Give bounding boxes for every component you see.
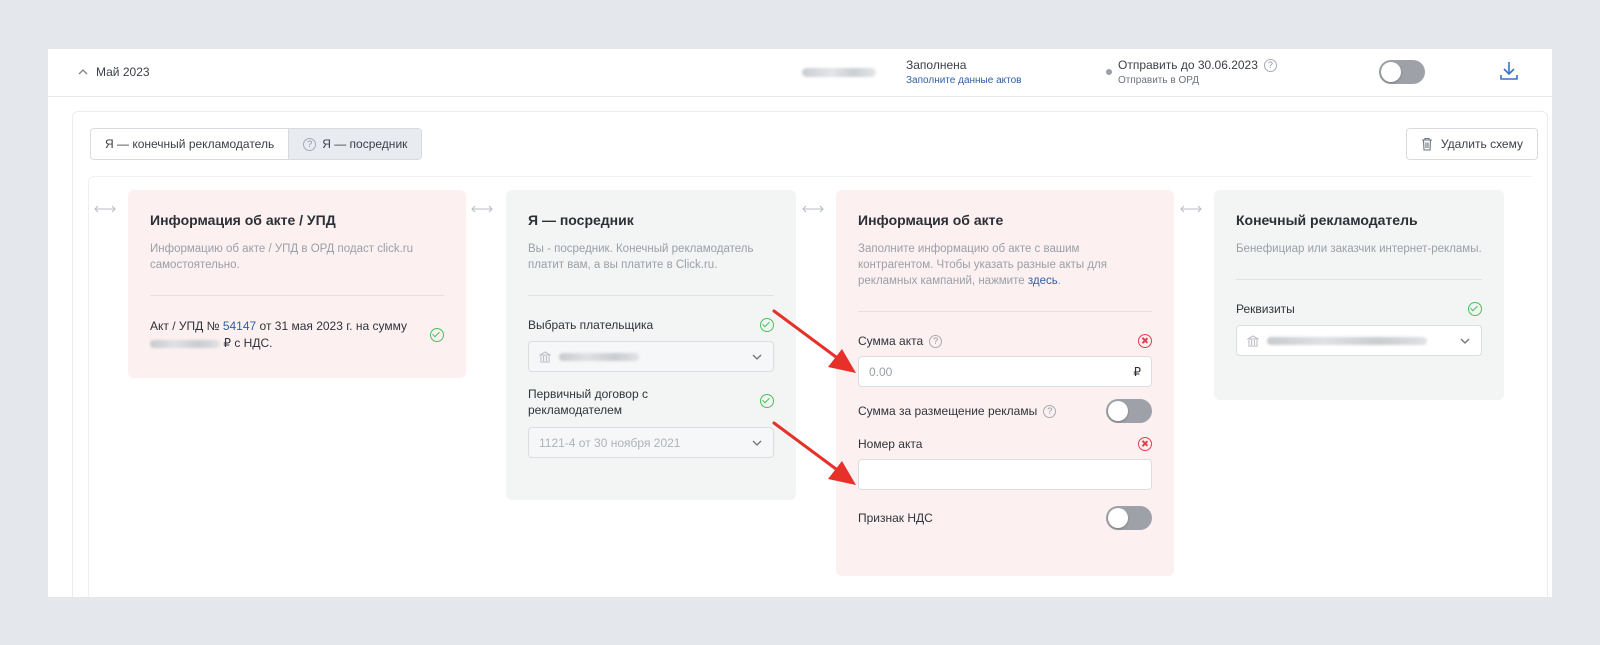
vat-label: Признак НДС — [858, 511, 933, 525]
send-deadline-title: Отправить до 30.06.2023 — [1118, 58, 1258, 72]
check-circle-icon — [430, 328, 444, 342]
swap-arrows-icon — [802, 205, 824, 213]
blurred-amount — [150, 339, 220, 348]
error-circle-icon — [1138, 437, 1152, 451]
act-number-field-label: Номер акта — [858, 437, 1152, 451]
currency-label: ₽ — [1133, 364, 1141, 379]
swap-arrows-icon — [1180, 205, 1202, 213]
act-sum-input[interactable]: 0.00 ₽ — [858, 356, 1152, 387]
check-circle-icon — [760, 394, 774, 408]
delete-scheme-label: Удалить схему — [1440, 137, 1523, 151]
tab-final-advertiser[interactable]: Я — конечный рекламодатель — [91, 129, 289, 159]
ad-sum-toggle[interactable] — [1106, 399, 1152, 423]
card-act-info: Информация об акте Заполните информацию … — [836, 190, 1174, 576]
card-title: Я — посредник — [528, 212, 634, 228]
act-number-input[interactable] — [858, 459, 1152, 490]
card-final-advertiser: Конечный рекламодатель Бенефициар или за… — [1214, 190, 1504, 400]
act-sum-placeholder: 0.00 — [869, 364, 893, 379]
contract-value: 1121-4 от 30 ноября 2021 — [539, 435, 681, 450]
blurred-sum — [802, 68, 876, 77]
sum-label: Сумма акта — [858, 334, 924, 348]
sum-field-label: Сумма акта? — [858, 334, 1152, 348]
card-title: Конечный рекламодатель — [1236, 212, 1418, 228]
card-title: Информация об акте — [858, 212, 1004, 228]
send-to-ord-label: Отправить в ОРД — [1118, 75, 1200, 86]
help-icon: ? — [303, 137, 317, 151]
card-description: Вы - посредник. Конечный рекламодатель п… — [528, 243, 754, 271]
help-icon[interactable]: ? — [929, 334, 943, 348]
blurred-payer — [559, 352, 639, 361]
error-circle-icon — [1138, 334, 1152, 348]
divider — [528, 295, 774, 296]
ad-sum-row: Сумма за размещение рекламы? — [858, 399, 1152, 423]
ad-sum-label: Сумма за размещение рекламы — [858, 404, 1038, 418]
help-icon[interactable]: ? — [1043, 404, 1057, 418]
scheme-chain: Информация об акте / УПД Информацию об а… — [88, 176, 1532, 597]
contract-label: Первичный договор с рекламодателем — [528, 387, 648, 417]
act-number-label: Номер акта — [858, 437, 923, 451]
download-icon[interactable] — [1498, 59, 1520, 83]
description-text: Заполните информацию об акте с вашим кон… — [858, 243, 1107, 287]
swap-arrows-icon — [94, 205, 116, 213]
vat-toggle[interactable] — [1106, 506, 1152, 530]
requisites-label: Реквизиты — [1236, 302, 1295, 316]
tab-intermediary-label: Я — посредник — [322, 137, 408, 151]
fill-acts-link[interactable]: Заполните данные актов — [906, 75, 1021, 86]
card-intermediary: Я — посредник Вы - посредник. Конечный р… — [506, 190, 796, 500]
blurred-requisites — [1267, 336, 1427, 345]
bank-icon — [1247, 334, 1259, 346]
report-frame: Май 2023 Заполнена Заполните данные акто… — [48, 49, 1552, 597]
check-circle-icon — [1468, 302, 1482, 316]
chevron-down-icon — [752, 440, 762, 446]
period-status: Заполнена Заполните данные актов — [906, 58, 1021, 86]
payer-label: Выбрать плательщика — [528, 318, 654, 332]
requisites-select[interactable] — [1236, 325, 1482, 356]
period-header: Май 2023 Заполнена Заполните данные акто… — [48, 49, 1552, 97]
divider — [150, 295, 444, 296]
act-summary: Акт / УПД № 54147 от 31 мая 2023 г. на с… — [150, 318, 407, 352]
act-number-link[interactable]: 54147 — [223, 319, 256, 333]
delete-scheme-button[interactable]: Удалить схему — [1405, 128, 1538, 160]
divider — [1236, 279, 1482, 280]
card-title: Информация об акте / УПД — [150, 212, 336, 228]
toggle-knob — [1108, 401, 1128, 421]
status-title: Заполнена — [906, 58, 967, 72]
status-dot — [1106, 69, 1112, 75]
vat-row: Признак НДС — [858, 506, 1152, 530]
contract-select[interactable]: 1121-4 от 30 ноября 2021 — [528, 427, 774, 458]
act-date: от 31 мая 2023 г. на сумму — [259, 319, 407, 333]
swap-arrows-icon — [471, 205, 493, 213]
help-icon[interactable]: ? — [1263, 58, 1277, 72]
card-description: Заполните информацию об акте с вашим кон… — [858, 243, 1107, 287]
act-prefix: Акт / УПД № — [150, 319, 220, 333]
trash-icon — [1421, 137, 1432, 151]
contract-field-label: Первичный договор с рекламодателем — [528, 386, 774, 418]
toggle-knob — [1381, 62, 1401, 82]
requisites-field-label: Реквизиты — [1236, 302, 1482, 316]
card-act-upd: Информация об акте / УПД Информацию об а… — [128, 190, 466, 378]
role-switch: Я — конечный рекламодатель ? Я — посредни… — [90, 128, 423, 160]
chevron-up-icon — [78, 69, 88, 75]
here-link[interactable]: здесь — [1028, 275, 1058, 287]
toggle-knob — [1108, 508, 1128, 528]
send-toggle[interactable] — [1379, 60, 1425, 84]
send-deadline: Отправить до 30.06.2023? Отправить в ОРД — [1106, 58, 1277, 86]
payer-select[interactable] — [528, 341, 774, 372]
chevron-down-icon — [752, 354, 762, 360]
card-description: Бенефициар или заказчик интернет-рекламы… — [1236, 243, 1482, 255]
bank-icon — [539, 350, 551, 362]
period-toggle[interactable]: Май 2023 — [76, 65, 150, 79]
tab-intermediary[interactable]: ? Я — посредник — [288, 129, 422, 159]
annotation-arrow-sum — [772, 309, 856, 373]
act-suffix: ₽ с НДС. — [223, 336, 273, 350]
period-month: Май 2023 — [96, 65, 150, 79]
chevron-down-icon — [1460, 338, 1470, 344]
divider — [858, 311, 1152, 312]
card-description: Информацию об акте / УПД в ОРД подаст cl… — [150, 243, 414, 271]
annotation-arrow-act-number — [772, 421, 856, 485]
payer-field-label: Выбрать плательщика — [528, 318, 774, 332]
